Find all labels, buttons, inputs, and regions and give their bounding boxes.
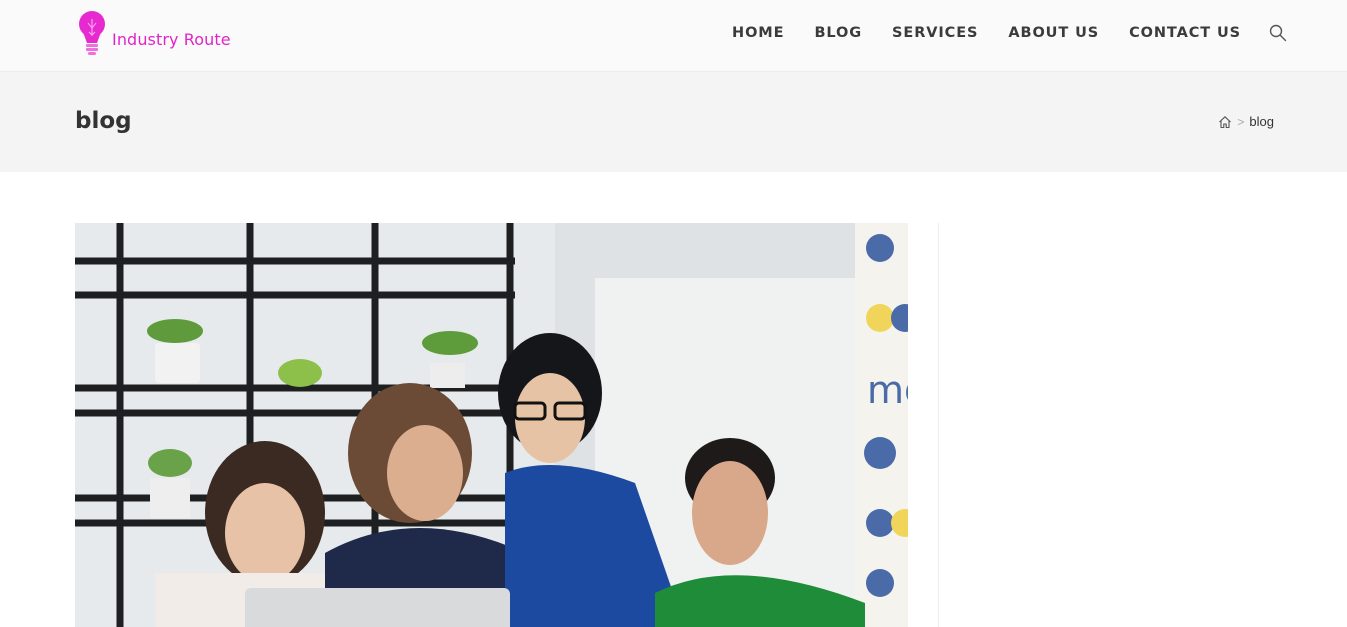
nav-item-blog[interactable]: BLOG	[814, 25, 862, 41]
brand-name: Industry Route	[112, 29, 231, 49]
svg-text:mo: mo	[867, 368, 908, 412]
sidebar-divider	[938, 223, 939, 627]
nav-item-services[interactable]: SERVICES	[892, 25, 978, 41]
main-nav: HOME BLOG SERVICES ABOUT US CONTACT US	[732, 0, 1287, 66]
nav-item-contact-us[interactable]: CONTACT US	[1129, 25, 1241, 41]
page-title-bar: blog > blog	[0, 72, 1347, 172]
nav-item-about-us[interactable]: ABOUT US	[1008, 25, 1099, 41]
lightbulb-logo-icon	[79, 11, 105, 55]
team-photo-image: mo	[75, 223, 908, 627]
breadcrumb-separator: >	[1237, 114, 1245, 129]
site-header: Industry Route HOME BLOG SERVICES ABOUT …	[0, 0, 1347, 72]
featured-image[interactable]: mo	[75, 223, 908, 627]
search-icon[interactable]	[1269, 24, 1287, 42]
breadcrumb-current: blog	[1249, 114, 1274, 129]
breadcrumb: > blog	[1218, 114, 1274, 129]
site-logo[interactable]: Industry Route	[78, 10, 231, 58]
home-icon[interactable]	[1218, 115, 1232, 129]
content-area: mo	[0, 172, 1347, 627]
nav-item-home[interactable]: HOME	[732, 25, 784, 41]
page-title: blog	[75, 108, 132, 134]
